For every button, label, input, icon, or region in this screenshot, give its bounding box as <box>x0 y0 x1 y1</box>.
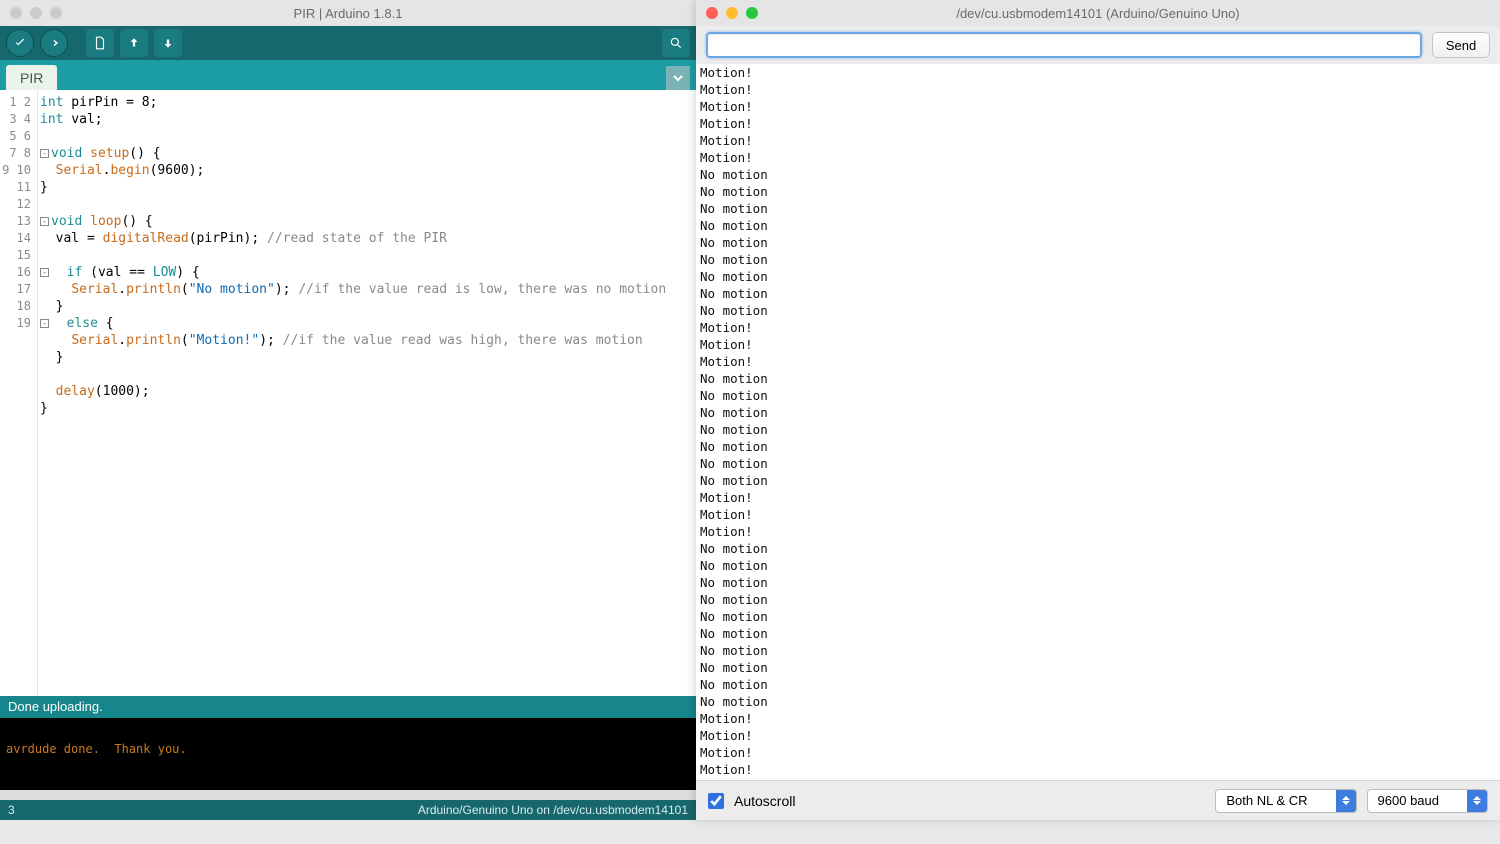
select-arrows-icon <box>1336 789 1356 813</box>
board-port-label: Arduino/Genuino Uno on /dev/cu.usbmodem1… <box>418 803 688 817</box>
serial-monitor-window: /dev/cu.usbmodem14101 (Arduino/Genuino U… <box>696 0 1500 820</box>
minimize-icon[interactable] <box>726 7 738 19</box>
baud-value: 9600 baud <box>1368 793 1467 808</box>
save-sketch-button[interactable] <box>154 29 182 57</box>
autoscroll-checkbox[interactable] <box>708 793 724 809</box>
bottom-bar: 3 Arduino/Genuino Uno on /dev/cu.usbmode… <box>0 800 696 820</box>
monitor-traffic-lights <box>706 7 758 19</box>
new-sketch-button[interactable] <box>86 29 114 57</box>
close-icon[interactable] <box>706 7 718 19</box>
check-icon <box>13 36 27 50</box>
code-area[interactable]: int pirPin = 8; int val; -void setup() {… <box>38 90 696 696</box>
tab-strip: PIR <box>0 60 696 90</box>
build-console: avrdude done. Thank you. <box>0 718 696 790</box>
zoom-icon[interactable] <box>746 7 758 19</box>
chevron-down-icon <box>673 73 683 83</box>
ide-titlebar: PIR | Arduino 1.8.1 <box>0 0 696 26</box>
upload-button[interactable] <box>40 29 68 57</box>
monitor-titlebar: /dev/cu.usbmodem14101 (Arduino/Genuino U… <box>696 0 1500 26</box>
select-arrows-icon <box>1467 789 1487 813</box>
serial-monitor-button[interactable] <box>662 29 690 57</box>
send-button[interactable]: Send <box>1432 32 1490 58</box>
ide-title: PIR | Arduino 1.8.1 <box>0 6 696 21</box>
code-editor[interactable]: 1 2 3 4 5 6 7 8 9 10 11 12 13 14 15 16 1… <box>0 90 696 696</box>
arrow-right-icon <box>47 36 61 50</box>
minimize-icon[interactable] <box>30 7 42 19</box>
line-gutter: 1 2 3 4 5 6 7 8 9 10 11 12 13 14 15 16 1… <box>0 90 38 696</box>
file-icon <box>93 36 107 50</box>
cursor-line: 3 <box>8 803 15 817</box>
line-ending-select[interactable]: Both NL & CR <box>1215 789 1356 813</box>
arrow-down-icon <box>161 36 175 50</box>
monitor-title: /dev/cu.usbmodem14101 (Arduino/Genuino U… <box>696 6 1500 21</box>
close-icon[interactable] <box>10 7 22 19</box>
file-tab-pir[interactable]: PIR <box>6 65 57 90</box>
open-sketch-button[interactable] <box>120 29 148 57</box>
ide-toolbar <box>0 26 696 60</box>
send-row: Send <box>696 26 1500 64</box>
baud-select[interactable]: 9600 baud <box>1367 789 1488 813</box>
arduino-ide-window: PIR | Arduino 1.8.1 PIR 1 2 3 4 5 6 7 8 … <box>0 0 696 820</box>
verify-button[interactable] <box>6 29 34 57</box>
console-scrollbar[interactable] <box>0 790 696 800</box>
status-bar: Done uploading. <box>0 696 696 718</box>
zoom-icon[interactable] <box>50 7 62 19</box>
serial-send-input[interactable] <box>706 32 1422 58</box>
magnifier-icon <box>669 36 683 50</box>
arrow-up-icon <box>127 36 141 50</box>
line-ending-value: Both NL & CR <box>1216 793 1335 808</box>
autoscroll-label: Autoscroll <box>734 793 795 809</box>
monitor-footer: Autoscroll Both NL & CR 9600 baud <box>696 780 1500 820</box>
ide-traffic-lights <box>10 7 62 19</box>
tab-menu-button[interactable] <box>666 66 690 90</box>
serial-output[interactable]: Motion! Motion! Motion! Motion! Motion! … <box>696 64 1500 780</box>
